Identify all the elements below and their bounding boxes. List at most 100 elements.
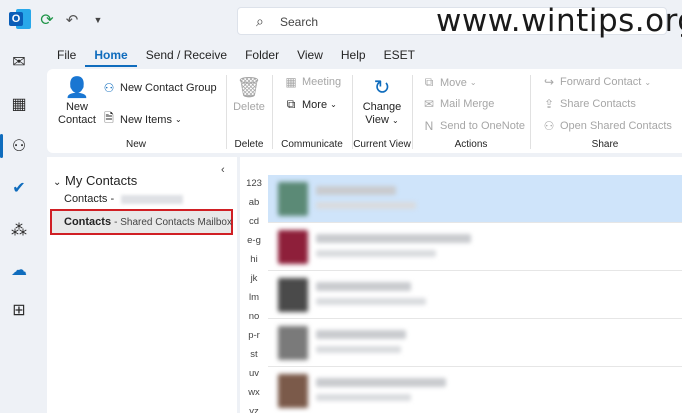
move-icon: ⧉ (424, 75, 434, 89)
delete-label: Delete (233, 101, 265, 113)
ribbon-group-current-view: ↻ Change View ⌄ Current View (353, 69, 411, 153)
search-placeholder: Search (280, 15, 319, 29)
contact-row[interactable] (268, 223, 682, 271)
index-letter[interactable]: st (240, 349, 268, 360)
people-icon[interactable]: ⚇ (0, 128, 38, 164)
index-letter[interactable]: uv (240, 368, 268, 379)
app-rail: ✉ ▦ ⚇ ✔ ⁂ ☁ ⊞ (0, 42, 38, 413)
trash-icon: 🗑 (236, 76, 262, 99)
group-label-current-view: Current View (353, 139, 411, 150)
avatar (278, 374, 308, 408)
avatar (278, 326, 308, 360)
open-shared-contacts-button[interactable]: ⚇ Open Shared Contacts (541, 119, 672, 133)
my-contacts-header[interactable]: ⌄ My Contacts (53, 173, 137, 188)
open-shared-contacts-icon: ⚇ (543, 119, 555, 133)
folder-item-name: Contacts (64, 193, 108, 205)
change-view-label-2: View (365, 114, 389, 126)
redacted-contact-name (316, 234, 471, 243)
ribbon: 👤 New Contact ⚇ New Contact Group 🗎 New … (47, 69, 682, 153)
chevron-down-icon: ⌄ (330, 100, 337, 109)
onedrive-icon[interactable]: ☁ (0, 252, 38, 288)
index-letter[interactable]: e-g (240, 235, 268, 246)
share-contacts-label: Share Contacts (560, 98, 636, 110)
move-button[interactable]: ⧉ Move ⌄ (421, 75, 477, 90)
new-contact-label-1: New (65, 101, 88, 113)
redacted-contact-name (316, 378, 446, 387)
contact-row[interactable] (268, 319, 682, 367)
index-letter[interactable]: yz (240, 406, 268, 413)
delete-button[interactable]: 🗑 Delete (233, 75, 265, 114)
customize-quick-access-icon[interactable]: ▼ (88, 10, 108, 30)
forward-contact-label: Forward Contact (560, 76, 642, 88)
move-label: Move (440, 76, 467, 89)
index-letter[interactable]: cd (240, 216, 268, 227)
redacted-contact-detail (316, 298, 426, 305)
tab-help[interactable]: Help (332, 45, 375, 67)
send-receive-all-icon[interactable]: ⟳ (37, 10, 57, 30)
send-to-onenote-label: Send to OneNote (440, 120, 526, 132)
ribbon-group-actions: ⧉ Move ⌄ ✉ Mail Merge N Send to OneNote … (413, 69, 529, 153)
contact-row[interactable] (268, 367, 682, 413)
calendar-icon[interactable]: ▦ (0, 86, 38, 122)
index-letter[interactable]: jk (240, 273, 268, 284)
avatar (278, 278, 308, 312)
new-contact-icon: 👤 (64, 76, 90, 99)
contact-group-icon: ⚇ (103, 81, 115, 95)
redacted-contact-detail (316, 250, 436, 257)
index-letter[interactable]: wx (240, 387, 268, 398)
tab-folder[interactable]: Folder (236, 45, 288, 67)
change-view-icon: ↻ (373, 76, 391, 99)
more-button[interactable]: ⧉ More ⌄ (283, 97, 337, 112)
redacted-contact-name (316, 282, 411, 291)
search-icon: ⌕ (256, 13, 264, 29)
open-shared-contacts-label: Open Shared Contacts (560, 120, 672, 132)
todo-icon[interactable]: ✔ (0, 170, 38, 206)
tab-eset[interactable]: ESET (375, 45, 424, 67)
share-contacts-icon: ⇪ (543, 97, 555, 111)
index-letter[interactable]: no (240, 311, 268, 322)
folder-item-shared-contacts[interactable]: Contacts - Shared Contacts Mailbox (50, 209, 233, 235)
index-letter[interactable]: 123 (240, 178, 268, 189)
redacted-contact-detail (316, 394, 411, 401)
chevron-down-icon: ⌄ (469, 78, 477, 87)
redacted-contact-detail (316, 202, 416, 209)
index-letter[interactable]: ab (240, 197, 268, 208)
contact-list (268, 157, 682, 413)
contact-row[interactable] (268, 175, 682, 223)
undo-icon[interactable]: ↶ (62, 10, 82, 30)
my-contacts-label: My Contacts (65, 173, 138, 188)
collapse-folder-pane-icon[interactable]: ‹ (221, 164, 225, 176)
group-label-share: Share (591, 139, 619, 150)
contact-row[interactable] (268, 271, 682, 319)
forward-contact-button[interactable]: ↪ Forward Contact ⌄ (541, 75, 651, 89)
tab-file[interactable]: File (48, 45, 85, 67)
send-to-onenote-button[interactable]: N Send to OneNote (421, 119, 525, 133)
index-letter[interactable]: hi (240, 254, 268, 265)
more-apps-icon[interactable]: ⊞ (0, 292, 38, 328)
redacted-contact-detail (316, 346, 401, 353)
mail-merge-button[interactable]: ✉ Mail Merge (421, 97, 494, 111)
new-items-button[interactable]: 🗎 New Items ⌄ (101, 109, 182, 130)
more-icon: ⧉ (286, 97, 296, 111)
meeting-icon: ▦ (285, 75, 297, 89)
title-bar: O ⟳ ↶ ▼ ⌕ Search www.wintips.org (0, 0, 682, 42)
mail-icon[interactable]: ✉ (0, 44, 38, 80)
redacted-contact-name (316, 330, 406, 339)
share-contacts-button[interactable]: ⇪ Share Contacts (541, 97, 636, 111)
meeting-label: Meeting (302, 76, 342, 88)
group-label-actions: Actions (454, 139, 488, 150)
groups-icon[interactable]: ⁂ (0, 212, 38, 248)
folder-item-contacts[interactable]: Contacts - (64, 193, 184, 205)
index-letter[interactable]: lm (240, 292, 268, 303)
new-contact-group-button[interactable]: ⚇ New Contact Group (101, 81, 217, 95)
index-letter[interactable]: p-r (240, 330, 268, 341)
tab-home[interactable]: Home (85, 45, 137, 67)
mail-merge-icon: ✉ (423, 97, 435, 111)
new-contact-button[interactable]: 👤 New Contact (58, 75, 96, 127)
watermark: www.wintips.org (436, 3, 682, 39)
meeting-button[interactable]: ▦ Meeting (283, 75, 341, 89)
change-view-button[interactable]: ↻ Change View ⌄ (361, 75, 403, 127)
folder-item-suffix: - Shared Contacts Mailbox (114, 217, 232, 228)
tab-view[interactable]: View (288, 45, 332, 67)
tab-send-receive[interactable]: Send / Receive (137, 45, 236, 67)
